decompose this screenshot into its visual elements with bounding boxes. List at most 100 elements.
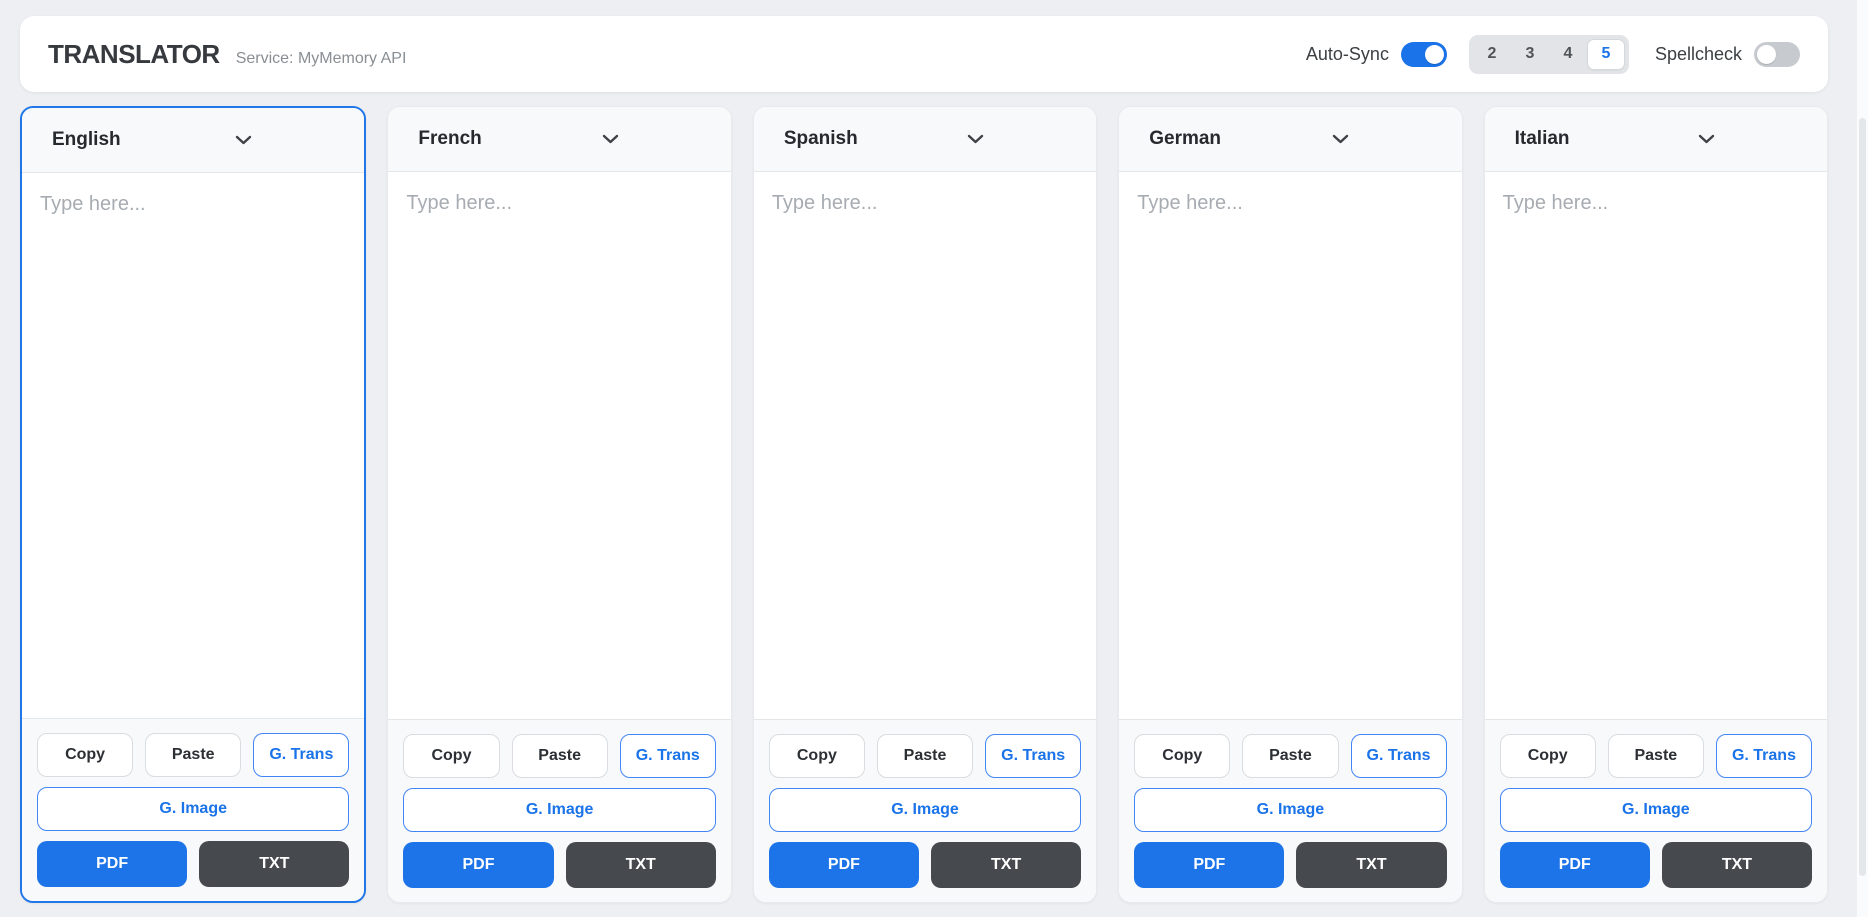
export-button-row: PDF TXT [768, 842, 1082, 888]
chevron-down-icon [235, 135, 252, 145]
auto-sync-toggle[interactable] [1400, 41, 1447, 67]
export-txt-button[interactable]: TXT [931, 842, 1082, 888]
clipboard-button-row: Copy Paste G. Trans [1134, 734, 1447, 778]
app-title: TRANSLATOR [48, 38, 220, 69]
google-translate-button[interactable]: G. Trans [619, 734, 716, 778]
language-card-german: German Copy Paste G. Trans G. Image PDF … [1118, 106, 1463, 903]
copy-button[interactable]: Copy [37, 733, 134, 777]
export-txt-button[interactable]: TXT [1296, 842, 1447, 888]
export-button-row: PDF TXT [1499, 842, 1813, 888]
language-label: French [418, 128, 482, 149]
column-count-selector: 2345 [1468, 34, 1629, 74]
export-txt-button[interactable]: TXT [565, 842, 716, 888]
language-select[interactable]: English [22, 128, 258, 152]
language-select[interactable]: German [1119, 127, 1355, 151]
export-pdf-button[interactable]: PDF [768, 842, 920, 888]
paste-button[interactable]: Paste [1607, 734, 1704, 778]
language-label: English [52, 129, 121, 150]
board: English Copy Paste G. Trans G. Image PDF… [20, 106, 1829, 903]
toggle-knob [1757, 44, 1776, 64]
language-select[interactable]: Spanish [754, 127, 990, 151]
language-card-spanish: Spanish Copy Paste G. Trans G. Image PDF… [752, 106, 1098, 903]
paste-button[interactable]: Paste [511, 734, 608, 778]
card-header: German [1119, 107, 1462, 172]
image-button-row: G. Image [768, 788, 1082, 832]
spellcheck-label: Spellcheck [1654, 43, 1742, 64]
google-image-button[interactable]: G. Image [37, 787, 350, 831]
toggle-knob [1424, 44, 1444, 64]
google-image-button[interactable]: G. Image [768, 788, 1082, 832]
clipboard-button-row: Copy Paste G. Trans [37, 733, 350, 777]
column-count-option-2[interactable]: 2 [1473, 39, 1511, 70]
export-txt-button[interactable]: TXT [199, 841, 350, 887]
export-pdf-button[interactable]: PDF [1134, 842, 1285, 888]
chevron-down-icon [602, 134, 619, 144]
language-card-english: English Copy Paste G. Trans G. Image PDF… [20, 106, 367, 903]
column-count-option-3[interactable]: 3 [1511, 39, 1549, 70]
top-bar: TRANSLATOR Service: MyMemory API Auto-Sy… [20, 16, 1828, 92]
google-image-button[interactable]: G. Image [1134, 788, 1447, 832]
app-branding: TRANSLATOR Service: MyMemory API [48, 39, 406, 70]
language-label: German [1149, 128, 1222, 149]
export-txt-button[interactable]: TXT [1661, 842, 1813, 888]
paste-button[interactable]: Paste [145, 733, 242, 777]
card-footer: Copy Paste G. Trans G. Image PDF TXT [388, 719, 731, 902]
column-count-option-5[interactable]: 5 [1586, 38, 1625, 70]
language-select[interactable]: French [388, 127, 624, 151]
translation-textarea[interactable] [22, 173, 365, 718]
translation-textarea[interactable] [1484, 172, 1828, 719]
card-footer: Copy Paste G. Trans G. Image PDF TXT [1484, 719, 1828, 902]
clipboard-button-row: Copy Paste G. Trans [1499, 734, 1813, 778]
translator-app: TRANSLATOR Service: MyMemory API Auto-Sy… [20, 16, 1829, 903]
language-label: Spanish [783, 128, 858, 149]
clipboard-button-row: Copy Paste G. Trans [403, 734, 716, 778]
language-card-french: French Copy Paste G. Trans G. Image PDF … [387, 106, 732, 903]
card-header: Italian [1484, 107, 1828, 172]
chevron-down-icon [1698, 134, 1715, 144]
top-bar-controls: Auto-Sync 2345 Spellcheck [1305, 34, 1800, 74]
export-button-row: PDF TXT [37, 841, 350, 887]
chevron-down-icon [1332, 134, 1349, 144]
google-translate-button[interactable]: G. Trans [1715, 734, 1813, 778]
card-footer: Copy Paste G. Trans G. Image PDF TXT [1119, 719, 1462, 902]
language-label: Italian [1514, 128, 1570, 149]
google-translate-button[interactable]: G. Trans [985, 734, 1082, 778]
export-pdf-button[interactable]: PDF [1499, 842, 1650, 888]
copy-button[interactable]: Copy [768, 734, 865, 778]
auto-sync-label: Auto-Sync [1305, 43, 1389, 64]
google-image-button[interactable]: G. Image [403, 788, 716, 832]
google-image-button[interactable]: G. Image [1499, 788, 1813, 832]
scrollbar-thumb[interactable] [1859, 118, 1866, 876]
google-translate-button[interactable]: G. Trans [253, 733, 350, 777]
card-header: French [388, 107, 731, 172]
card-footer: Copy Paste G. Trans G. Image PDF TXT [22, 718, 365, 901]
card-header: Spanish [753, 107, 1097, 172]
copy-button[interactable]: Copy [403, 734, 500, 778]
paste-button[interactable]: Paste [876, 734, 974, 778]
image-button-row: G. Image [403, 788, 716, 832]
card-header: English [22, 108, 365, 173]
chevron-down-icon [967, 134, 984, 144]
image-button-row: G. Image [1499, 788, 1813, 832]
google-translate-button[interactable]: G. Trans [1350, 734, 1447, 778]
page-scrollbar [1856, 0, 1868, 917]
translation-textarea[interactable] [753, 172, 1097, 719]
translation-textarea[interactable] [388, 172, 731, 719]
language-card-italian: Italian Copy Paste G. Trans G. Image PDF… [1483, 106, 1829, 903]
image-button-row: G. Image [1134, 788, 1447, 832]
copy-button[interactable]: Copy [1134, 734, 1231, 778]
clipboard-button-row: Copy Paste G. Trans [768, 734, 1082, 778]
service-subtitle: Service: MyMemory API [235, 49, 407, 67]
translation-textarea[interactable] [1119, 172, 1462, 719]
export-button-row: PDF TXT [403, 842, 716, 888]
export-pdf-button[interactable]: PDF [403, 842, 554, 888]
export-button-row: PDF TXT [1134, 842, 1447, 888]
copy-button[interactable]: Copy [1499, 734, 1596, 778]
card-footer: Copy Paste G. Trans G. Image PDF TXT [753, 719, 1097, 902]
spellcheck-toggle[interactable] [1754, 41, 1800, 67]
export-pdf-button[interactable]: PDF [37, 841, 188, 887]
paste-button[interactable]: Paste [1242, 734, 1339, 778]
column-count-option-4[interactable]: 4 [1549, 39, 1587, 70]
language-select[interactable]: Italian [1485, 127, 1721, 151]
image-button-row: G. Image [37, 787, 350, 831]
